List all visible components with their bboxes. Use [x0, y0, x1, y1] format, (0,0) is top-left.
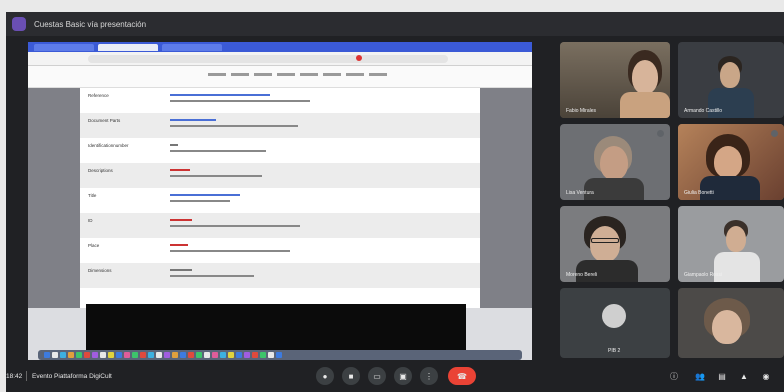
participant-tile[interactable]: Armando Castillo	[678, 42, 784, 118]
participant-tile[interactable]: Lisa Ventura	[560, 124, 670, 200]
doc-row-label: Document Parts	[88, 118, 121, 123]
browser-tab-strip	[28, 42, 532, 52]
participant-tile[interactable]: PIB 2	[560, 288, 670, 358]
lock-icon: ◉	[762, 371, 770, 381]
doc-row: ID	[80, 213, 480, 238]
shared-screen[interactable]: Reference Document Parts Identificationn…	[28, 42, 532, 360]
browser-tab-active	[98, 44, 158, 51]
participant-tile[interactable]: Giulia Bonetti	[678, 124, 784, 200]
participant-tile[interactable]: Moreno Bereli	[560, 206, 670, 282]
camera-button[interactable]: ■	[342, 367, 360, 385]
chat-button[interactable]: ▤	[716, 370, 728, 382]
doc-row-label: Identificationnumber	[88, 143, 129, 148]
activities-button[interactable]: ▲	[738, 370, 750, 382]
participant-tile[interactable]: Giampaolo Rossi	[678, 206, 784, 282]
doc-row-label: Title	[88, 193, 97, 198]
doc-row: Descriptions	[80, 163, 480, 188]
more-icon: ⋮	[425, 371, 433, 381]
browser-tab	[162, 44, 222, 51]
chat-icon: ▤	[718, 371, 726, 381]
divider	[26, 371, 27, 381]
participant-name: Giampaolo Rossi	[684, 272, 723, 278]
control-bar: 18:42 Evento Piattaforma DigiCult ● ■ ▭ …	[6, 362, 784, 392]
page-header	[28, 66, 532, 88]
meeting-time: 18:42	[6, 373, 23, 380]
people-icon: 👥	[695, 371, 705, 381]
doc-row: Title	[80, 188, 480, 213]
meet-window: Cuestas Basic vía presentación Reference	[6, 12, 784, 392]
doc-row-label: Descriptions	[88, 168, 113, 173]
doc-row-label: Reference	[88, 93, 109, 98]
browser-address-bar	[28, 52, 532, 66]
page-margin-left	[28, 88, 80, 308]
mic-off-icon	[657, 130, 664, 137]
captions-icon: ▭	[373, 371, 381, 381]
present-icon: ▣	[399, 371, 407, 381]
participant-name: PIB 2	[608, 348, 621, 354]
info-button[interactable]: ⓘ	[668, 370, 680, 382]
meeting-name: Evento Piattaforma DigiCult	[32, 373, 112, 380]
mic-button[interactable]: ●	[316, 367, 334, 385]
participant-tile[interactable]	[678, 288, 784, 358]
embedded-video	[86, 304, 466, 350]
app-icon	[12, 17, 26, 31]
doc-row: Document Parts	[80, 113, 480, 138]
participant-name: Giulia Bonetti	[684, 190, 714, 196]
people-button[interactable]: 👥	[694, 370, 706, 382]
window-title: Cuestas Basic vía presentación	[34, 19, 147, 29]
activities-icon: ▲	[740, 371, 748, 381]
captions-button[interactable]: ▭	[368, 367, 386, 385]
present-button[interactable]: ▣	[394, 367, 412, 385]
doc-row-label: Dimensions	[88, 268, 112, 273]
host-controls-button[interactable]: ◉	[760, 370, 772, 382]
participant-name: Armando Castillo	[684, 108, 723, 114]
doc-row: Dimensions	[80, 263, 480, 288]
end-call-icon: ☎	[457, 371, 467, 381]
app-dock	[38, 350, 522, 360]
doc-row-label: ID	[88, 218, 93, 223]
title-bar: Cuestas Basic vía presentación	[6, 12, 784, 36]
doc-row: Reference	[80, 88, 480, 113]
page-margin-right	[480, 88, 532, 308]
info-icon: ⓘ	[670, 371, 678, 381]
participant-name: Lisa Ventura	[566, 190, 594, 196]
avatar	[602, 304, 626, 328]
doc-row: Identificationnumber	[80, 138, 480, 163]
browser-tab	[34, 44, 94, 51]
doc-row: Place	[80, 238, 480, 263]
more-options-button[interactable]: ⋮	[420, 367, 438, 385]
doc-row-label: Place	[88, 243, 100, 248]
address-field	[88, 55, 448, 63]
document-table: Reference Document Parts Identificationn…	[80, 88, 480, 308]
mic-off-icon	[771, 130, 778, 137]
mic-icon: ●	[322, 371, 328, 381]
end-call-button[interactable]: ☎	[448, 367, 476, 385]
page-nav	[208, 73, 387, 76]
participant-tile[interactable]: Fabio Mirales	[560, 42, 670, 118]
record-icon	[356, 55, 362, 61]
participant-name: Moreno Bereli	[566, 272, 598, 278]
camera-icon: ■	[348, 371, 354, 381]
participant-name: Fabio Mirales	[566, 108, 597, 114]
